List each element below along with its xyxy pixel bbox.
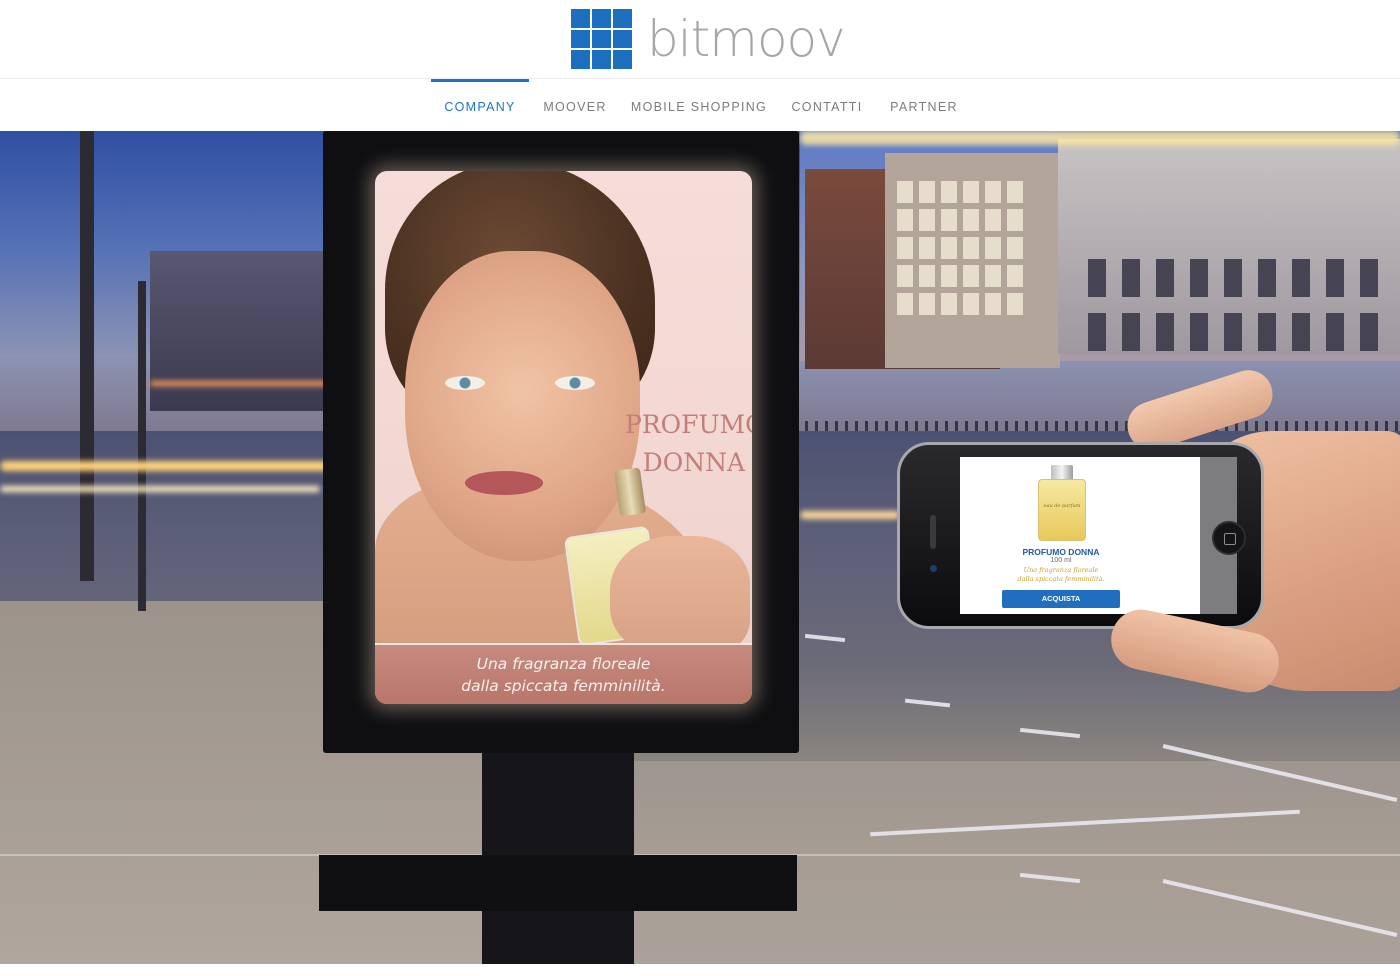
- light-trail: [800, 511, 900, 519]
- page-bottom: [0, 964, 1400, 976]
- smartphone: eau de parfum PROFUMO DONNA 100 ml Una f…: [897, 442, 1264, 629]
- traffic-light-pole: [80, 131, 94, 581]
- model-eye: [445, 376, 485, 390]
- poster-tagline: Una fragranza floreale dalla spiccata fe…: [375, 653, 752, 697]
- white-building: [1058, 139, 1400, 354]
- background-building-left: [150, 251, 325, 411]
- app-product-size: 100 ml: [1050, 557, 1072, 564]
- hero-image: PROFUMO DONNA Una fragranza floreale dal…: [0, 131, 1400, 964]
- poster-tagline-line2: dalla spiccata femminilità.: [461, 677, 666, 695]
- app-description-line1: Una fragranza floreale: [1023, 566, 1099, 574]
- logo-wordmark: bitmoov: [647, 10, 846, 68]
- phone-home-button: [1212, 521, 1246, 555]
- billboard-post: [482, 743, 634, 964]
- poster-title-line2: DONNA: [642, 448, 745, 477]
- bitmoov-logo[interactable]: bitmoov: [571, 9, 846, 69]
- light-trail: [0, 461, 330, 471]
- glass-building: [885, 153, 1060, 368]
- acquista-button[interactable]: ACQUISTA: [1002, 590, 1120, 608]
- light-trail: [150, 381, 330, 386]
- bottle-label: eau de parfum: [1043, 503, 1081, 509]
- lane-marking: [1019, 872, 1081, 884]
- nav-item-moover[interactable]: MOOVER: [535, 79, 615, 131]
- poster-title: PROFUMO DONNA: [625, 406, 752, 482]
- app-product-description: Una fragranza floreale dalla spiccata fe…: [1000, 566, 1122, 584]
- lane-marking: [1162, 879, 1398, 937]
- nav-item-contatti[interactable]: CONTATTI: [786, 79, 868, 131]
- phone-front-camera: [930, 565, 937, 572]
- nav-item-mobile-shopping[interactable]: MOBILE SHOPPING: [628, 79, 770, 131]
- billboard-base: [319, 855, 797, 911]
- model-hand: [610, 536, 750, 656]
- perfume-poster: PROFUMO DONNA Una fragranza floreale dal…: [375, 171, 752, 704]
- site-header: bitmoov: [0, 0, 1400, 79]
- phone-speaker: [930, 515, 936, 549]
- street-sign-pole: [138, 281, 146, 611]
- app-description-line2: dalla spiccata femminilità.: [1017, 575, 1105, 583]
- billboard: PROFUMO DONNA Una fragranza floreale dal…: [323, 131, 799, 753]
- phone-screen: eau de parfum PROFUMO DONNA 100 ml Una f…: [960, 457, 1200, 614]
- poster-title-line1: PROFUMO: [625, 410, 752, 439]
- lane-marking: [870, 809, 1300, 837]
- main-navigation: COMPANY MOOVER MOBILE SHOPPING CONTATTI …: [0, 79, 1400, 131]
- app-product-name: PROFUMO DONNA: [1022, 547, 1100, 557]
- model-eye: [555, 376, 595, 390]
- light-trail: [0, 486, 320, 492]
- poster-tagline-line1: Una fragranza floreale: [476, 655, 651, 673]
- perfume-bottle-icon: eau de parfum: [1038, 465, 1086, 543]
- nav-item-partner[interactable]: PARTNER: [884, 79, 964, 131]
- logo-grid-icon: [571, 9, 632, 69]
- model-face: [405, 251, 640, 561]
- light-trail: [800, 131, 1400, 145]
- model-lips: [465, 471, 543, 495]
- nav-item-company[interactable]: COMPANY: [431, 79, 529, 131]
